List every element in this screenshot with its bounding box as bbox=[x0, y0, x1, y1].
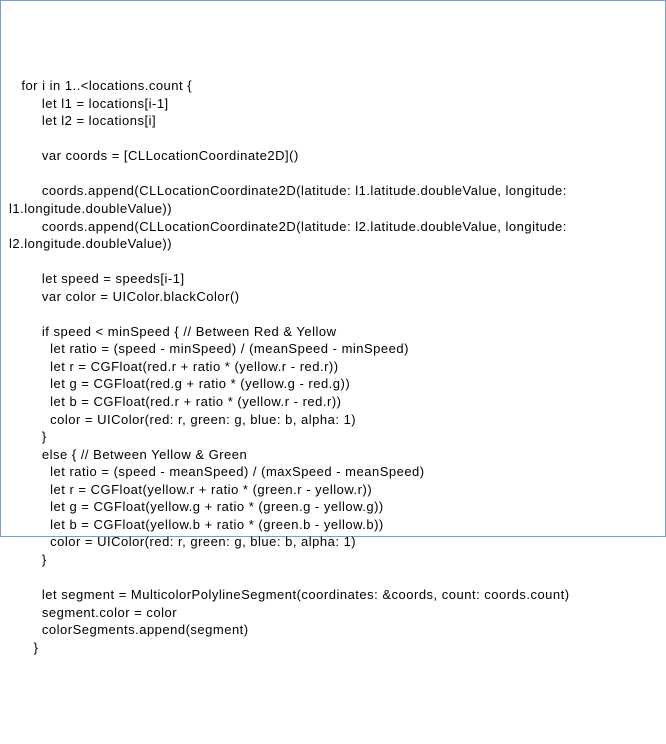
code-line-8: coords.append(CLLocationCoordinate2D(lat… bbox=[9, 219, 571, 252]
code-line-5: var coords = [CLLocationCoordinate2D]() bbox=[9, 148, 299, 163]
code-line-3: let l2 = locations[i] bbox=[9, 113, 156, 128]
code-line-18: color = UIColor(red: r, green: g, blue: … bbox=[9, 412, 356, 427]
code-line-24: let b = CGFloat(yellow.b + ratio * (gree… bbox=[9, 517, 384, 532]
code-block: for i in 1..<locations.count { let l1 = … bbox=[9, 77, 657, 656]
code-line-28: let segment = MulticolorPolylineSegment(… bbox=[9, 587, 570, 602]
code-line-17: let b = CGFloat(red.r + ratio * (yellow.… bbox=[9, 394, 341, 409]
code-line-30: colorSegments.append(segment) bbox=[9, 622, 249, 637]
code-line-31: } bbox=[9, 640, 39, 655]
code-line-14: let ratio = (speed - minSpeed) / (meanSp… bbox=[9, 341, 409, 356]
code-line-15: let r = CGFloat(red.r + ratio * (yellow.… bbox=[9, 359, 339, 374]
code-line-2: let l1 = locations[i-1] bbox=[9, 96, 169, 111]
code-line-23: let g = CGFloat(yellow.g + ratio * (gree… bbox=[9, 499, 384, 514]
code-line-1: for i in 1..<locations.count { bbox=[9, 78, 192, 93]
code-line-26: } bbox=[9, 552, 47, 567]
code-line-7: coords.append(CLLocationCoordinate2D(lat… bbox=[9, 183, 571, 216]
code-line-10: let speed = speeds[i-1] bbox=[9, 271, 185, 286]
code-line-16: let g = CGFloat(red.g + ratio * (yellow.… bbox=[9, 376, 350, 391]
code-line-21: let ratio = (speed - meanSpeed) / (maxSp… bbox=[9, 464, 425, 479]
code-line-13: if speed < minSpeed { // Between Red & Y… bbox=[9, 324, 337, 339]
code-line-11: var color = UIColor.blackColor() bbox=[9, 289, 240, 304]
code-line-22: let r = CGFloat(yellow.r + ratio * (gree… bbox=[9, 482, 372, 497]
code-line-20: else { // Between Yellow & Green bbox=[9, 447, 247, 462]
code-line-19: } bbox=[9, 429, 47, 444]
code-line-29: segment.color = color bbox=[9, 605, 177, 620]
